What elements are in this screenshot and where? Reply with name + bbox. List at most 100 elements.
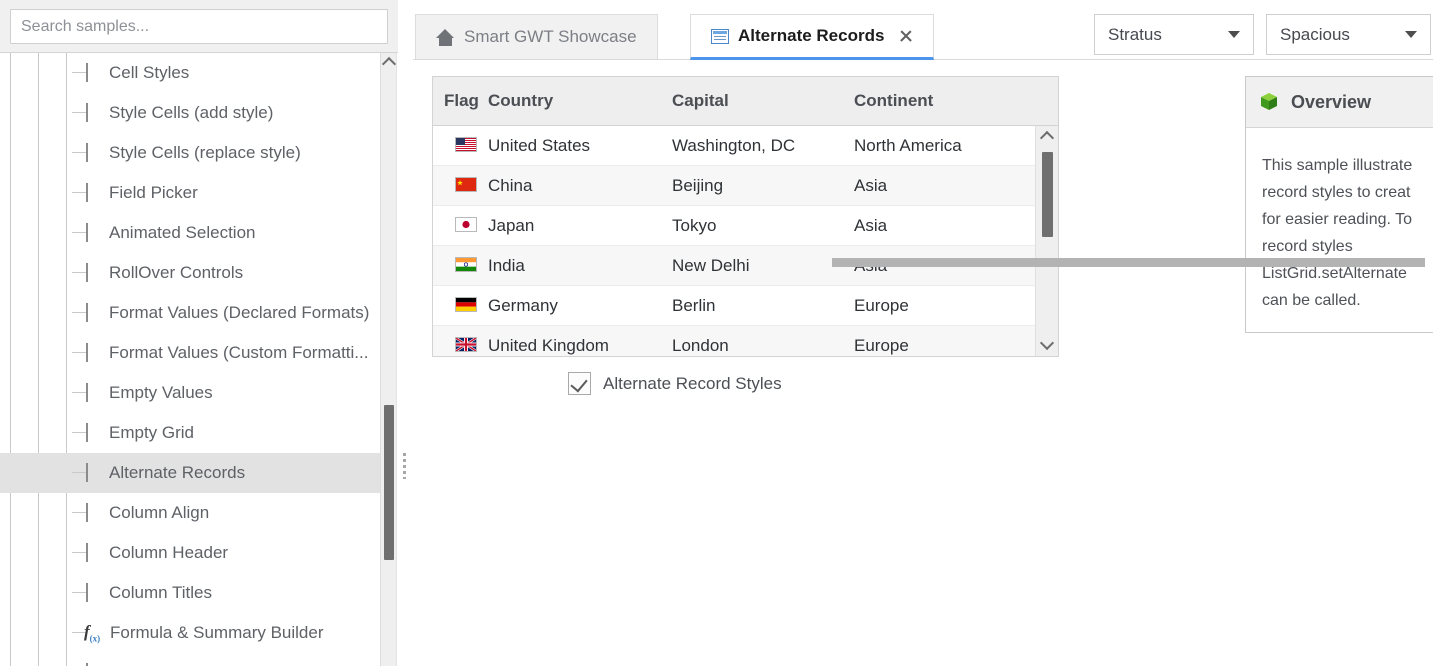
scroll-up-icon[interactable] [381, 53, 396, 71]
table-row[interactable]: United States Washington, DC North America [433, 126, 1035, 166]
grid-icon [86, 583, 105, 602]
tree-item-label: Cell Styles [109, 63, 190, 82]
cell-country: United States [488, 136, 591, 155]
cell-continent: Europe [854, 296, 909, 315]
tree-item-label: Custom Header Context Menu [109, 662, 339, 666]
grid-icon [711, 28, 729, 44]
overview-text-line: record styles [1262, 238, 1353, 255]
green-cube-icon [1259, 92, 1279, 112]
checkbox-box[interactable] [568, 372, 591, 395]
flag-icon [455, 337, 477, 352]
overview-panel: Overview This sample illustrate record st… [1245, 76, 1433, 333]
tree-item[interactable]: Cell Styles [0, 53, 380, 93]
tab-smart-gwt-showcase[interactable]: Smart GWT Showcase [415, 14, 658, 59]
tree-item[interactable]: Format Values (Custom Formatti... [0, 333, 380, 373]
grid-icon [86, 103, 105, 122]
tree-item[interactable]: Style Cells (replace style) [0, 133, 380, 173]
tree-item[interactable]: Custom Header Context Menu [0, 653, 380, 666]
tree-item-label: RollOver Controls [109, 263, 244, 282]
tree-item-label: Format Values (Custom Formatti... [109, 343, 369, 362]
scroll-down-icon[interactable] [1036, 334, 1058, 354]
tree-item[interactable]: Alternate Records [0, 453, 380, 493]
app-root: Cell Styles Style Cells (add style) Style … [0, 0, 1433, 666]
column-header-flag[interactable]: Flag [444, 77, 479, 125]
grid-icon [86, 223, 105, 242]
table-row[interactable]: Germany Berlin Europe [433, 286, 1035, 326]
grid-icon [86, 503, 105, 522]
scrollbar-thumb[interactable] [1042, 152, 1053, 237]
tree-item-label: Style Cells (add style) [109, 103, 274, 122]
tree-item-label: Style Cells (replace style) [109, 143, 301, 162]
table-row[interactable]: China Beijing Asia [433, 166, 1035, 206]
tree-item[interactable]: Format Values (Declared Formats) [0, 293, 380, 333]
cell-capital: Tokyo [672, 216, 717, 235]
sidebar-scrollbar[interactable] [380, 53, 396, 666]
overview-title: Overview [1291, 91, 1372, 112]
cell-country: Germany [488, 296, 558, 315]
grid-icon [86, 463, 105, 482]
grid-body: United States Washington, DC North America… [433, 126, 1035, 356]
tree-item-label: Format Values (Declared Formats) [109, 303, 370, 322]
table-row[interactable]: United Kingdom London Europe [433, 326, 1035, 356]
panel-splitter[interactable] [396, 53, 412, 666]
density-selector-value: Spacious [1280, 24, 1350, 44]
tree-item[interactable]: Empty Grid [0, 413, 380, 453]
grid-header-row: Flag Country Capital Continent [433, 77, 1058, 126]
tree-item-label: Field Picker [109, 183, 198, 202]
countries-grid[interactable]: Flag Country Capital Continent United St… [432, 76, 1059, 357]
cell-continent: Asia [854, 176, 888, 195]
tree-item[interactable]: Column Titles [0, 573, 380, 613]
cell-continent: Europe [854, 336, 909, 355]
grid-icon [86, 63, 105, 82]
skin-selector[interactable]: Stratus [1094, 14, 1254, 55]
tree-item[interactable]: Column Align [0, 493, 380, 533]
tree-item[interactable]: Field Picker [0, 173, 380, 213]
tab-label: Alternate Records [738, 26, 885, 45]
grid-icon [86, 343, 105, 362]
tab-label: Smart GWT Showcase [464, 27, 637, 46]
flag-icon [455, 257, 477, 272]
tree-item[interactable]: Empty Values [0, 373, 380, 413]
overview-text-line: can be called. [1262, 292, 1361, 309]
close-icon[interactable] [899, 29, 913, 43]
tree-item[interactable]: Style Cells (add style) [0, 93, 380, 133]
overview-body: This sample illustrate record styles to c… [1246, 128, 1433, 314]
cell-capital: Washington, DC [672, 136, 796, 155]
column-header-continent[interactable]: Continent [854, 77, 933, 125]
cell-continent: North America [854, 136, 962, 155]
grid-icon [86, 303, 105, 322]
splitter-grip-icon[interactable] [403, 453, 406, 479]
overview-text-line: record styles to creat [1262, 184, 1411, 201]
alternate-record-styles-checkbox[interactable]: Alternate Record Styles [568, 372, 782, 395]
column-header-country[interactable]: Country [488, 77, 553, 125]
overview-horizontal-scrollbar[interactable] [832, 258, 1425, 267]
grid-icon [86, 143, 105, 162]
samples-tree[interactable]: Cell Styles Style Cells (add style) Style … [0, 53, 380, 666]
cell-country: Japan [488, 216, 535, 235]
tree-item[interactable]: RollOver Controls [0, 253, 380, 293]
table-row[interactable]: Japan Tokyo Asia [433, 206, 1035, 246]
density-selector[interactable]: Spacious [1266, 14, 1431, 55]
main-area: Smart GWT Showcase Alternate Records Str… [413, 0, 1433, 666]
column-header-capital[interactable]: Capital [672, 77, 729, 125]
tree-item[interactable]: Animated Selection [0, 213, 380, 253]
scroll-up-icon[interactable] [1036, 126, 1058, 146]
search-input[interactable] [10, 9, 388, 44]
cell-capital: Beijing [672, 176, 724, 195]
tree-item[interactable]: f(x) Formula & Summary Builder [0, 613, 380, 653]
cell-capital: New Delhi [672, 256, 750, 275]
tree-item-label: Column Align [109, 503, 210, 522]
tree-item[interactable]: Column Header [0, 533, 380, 573]
grid-icon [86, 543, 105, 562]
samples-sidebar: Cell Styles Style Cells (add style) Style … [0, 0, 412, 666]
flag-icon [455, 177, 477, 192]
scrollbar-thumb[interactable] [384, 405, 394, 560]
cell-continent: Asia [854, 216, 888, 235]
grid-icon [86, 423, 105, 442]
tree-item-label: Empty Values [109, 383, 213, 402]
grid-scrollbar[interactable] [1035, 126, 1058, 356]
tab-alternate-records[interactable]: Alternate Records [690, 14, 935, 60]
flag-icon [455, 297, 477, 312]
tree-item-highlight [0, 53, 380, 93]
tree-item-label: Alternate Records [109, 463, 246, 482]
